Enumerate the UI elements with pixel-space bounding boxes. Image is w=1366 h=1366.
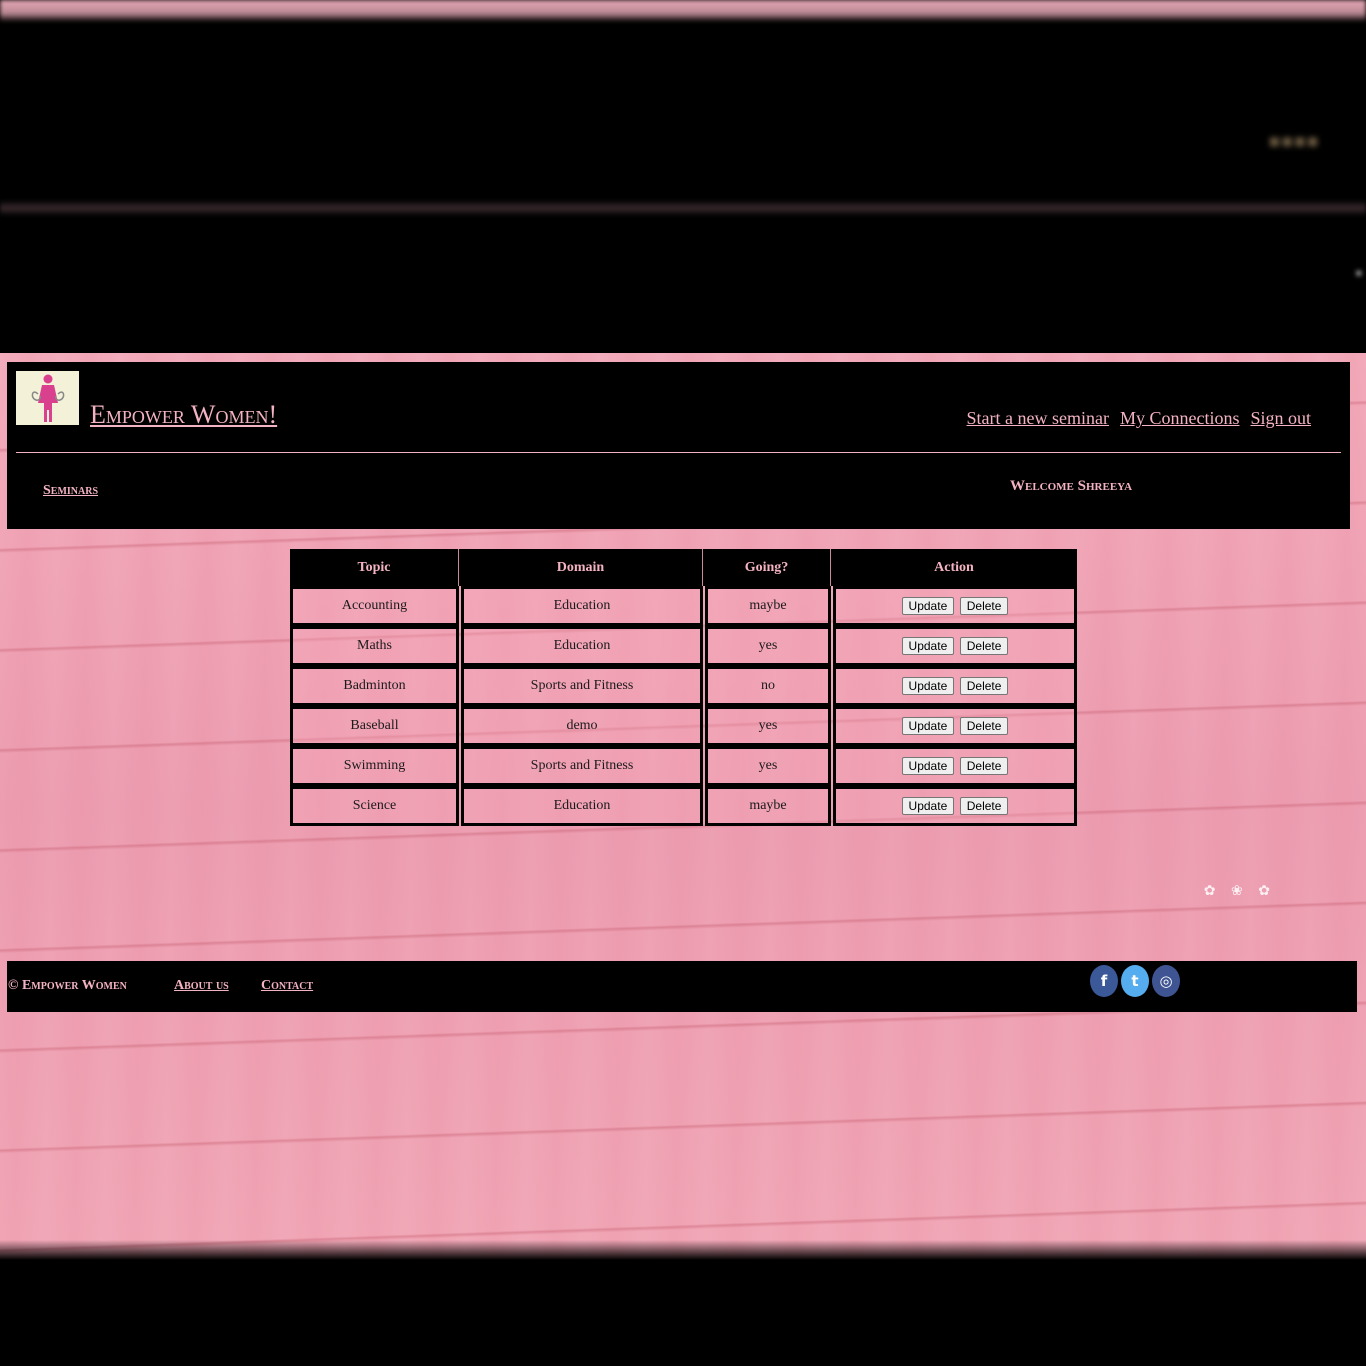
- going-cell: maybe: [705, 786, 831, 826]
- my-connections-link[interactable]: My Connections: [1120, 408, 1240, 429]
- delete-button[interactable]: Delete: [959, 797, 1009, 815]
- instagram-icon[interactable]: ◎: [1152, 965, 1180, 997]
- update-button[interactable]: Update: [901, 637, 955, 655]
- start-seminar-link[interactable]: Start a new seminar: [967, 408, 1109, 429]
- going-cell: maybe: [705, 586, 831, 626]
- topic-cell: Swimming: [290, 746, 459, 786]
- column-header-topic: Topic: [290, 549, 459, 586]
- topic-cell: Accounting: [290, 586, 459, 626]
- table-row: Baseball demo yes Update Delete: [290, 706, 1077, 746]
- table-row: Badminton Sports and Fitness no Update D…: [290, 666, 1077, 706]
- blurred-overlay-mark: ▪: [1355, 260, 1363, 284]
- going-cell: yes: [705, 706, 831, 746]
- table-row: Accounting Education maybe Update Delete: [290, 586, 1077, 626]
- domain-cell: Sports and Fitness: [461, 746, 703, 786]
- going-cell: no: [705, 666, 831, 706]
- action-cell: Update Delete: [833, 626, 1077, 666]
- action-cell: Update Delete: [833, 586, 1077, 626]
- sign-out-link[interactable]: Sign out: [1250, 408, 1311, 429]
- update-button[interactable]: Update: [901, 757, 955, 775]
- domain-cell: Education: [461, 586, 703, 626]
- delete-button[interactable]: Delete: [959, 717, 1009, 735]
- blurred-divider-strip: [0, 200, 1366, 216]
- twitter-icon[interactable]: t: [1121, 965, 1149, 997]
- blurred-overlay-text: ▪▪▪▪: [1268, 121, 1320, 160]
- table-row: Science Education maybe Update Delete: [290, 786, 1077, 826]
- site-header: Empower Women! Start a new seminar My Co…: [7, 362, 1350, 529]
- domain-cell: demo: [461, 706, 703, 746]
- going-cell: yes: [705, 626, 831, 666]
- site-title-link[interactable]: Empower Women!: [90, 400, 277, 430]
- topic-cell: Baseball: [290, 706, 459, 746]
- going-cell: yes: [705, 746, 831, 786]
- copyright-text: © Empower Women: [8, 978, 127, 993]
- facebook-icon[interactable]: f: [1090, 965, 1118, 997]
- delete-button[interactable]: Delete: [959, 677, 1009, 695]
- domain-cell: Sports and Fitness: [461, 666, 703, 706]
- welcome-message: Welcome Shreeya: [1010, 478, 1133, 494]
- table-header-row: Topic Domain Going? Action: [290, 549, 1077, 586]
- update-button[interactable]: Update: [901, 677, 955, 695]
- flower-decoration: ✿ ❀ ✿: [1203, 884, 1276, 899]
- table-row: Maths Education yes Update Delete: [290, 626, 1077, 666]
- seminars-link[interactable]: Seminars: [43, 483, 98, 499]
- topic-cell: Badminton: [290, 666, 459, 706]
- column-header-going: Going?: [703, 549, 831, 586]
- topic-cell: Maths: [290, 626, 459, 666]
- site-footer: © Empower Women About us Contact f t ◎: [7, 961, 1357, 1012]
- update-button[interactable]: Update: [901, 797, 955, 815]
- top-nav: Start a new seminar My Connections Sign …: [967, 408, 1311, 429]
- domain-cell: Education: [461, 786, 703, 826]
- column-header-domain: Domain: [459, 549, 703, 586]
- topic-cell: Science: [290, 786, 459, 826]
- about-us-link[interactable]: About us: [174, 978, 229, 994]
- woman-logo-icon: [31, 374, 64, 422]
- contact-link[interactable]: Contact: [261, 978, 313, 994]
- delete-button[interactable]: Delete: [959, 637, 1009, 655]
- seminars-table: Topic Domain Going? Action Accounting Ed…: [290, 549, 1077, 826]
- delete-button[interactable]: Delete: [959, 597, 1009, 615]
- site-logo[interactable]: [16, 371, 79, 425]
- delete-button[interactable]: Delete: [959, 757, 1009, 775]
- action-cell: Update Delete: [833, 666, 1077, 706]
- blurred-background-strip: [0, 0, 1366, 22]
- column-header-action: Action: [831, 549, 1077, 586]
- bottom-black-band: [0, 1260, 1366, 1366]
- action-cell: Update Delete: [833, 786, 1077, 826]
- action-cell: Update Delete: [833, 706, 1077, 746]
- action-cell: Update Delete: [833, 746, 1077, 786]
- update-button[interactable]: Update: [901, 597, 955, 615]
- header-divider: [16, 452, 1341, 453]
- update-button[interactable]: Update: [901, 717, 955, 735]
- domain-cell: Education: [461, 626, 703, 666]
- table-row: Swimming Sports and Fitness yes Update D…: [290, 746, 1077, 786]
